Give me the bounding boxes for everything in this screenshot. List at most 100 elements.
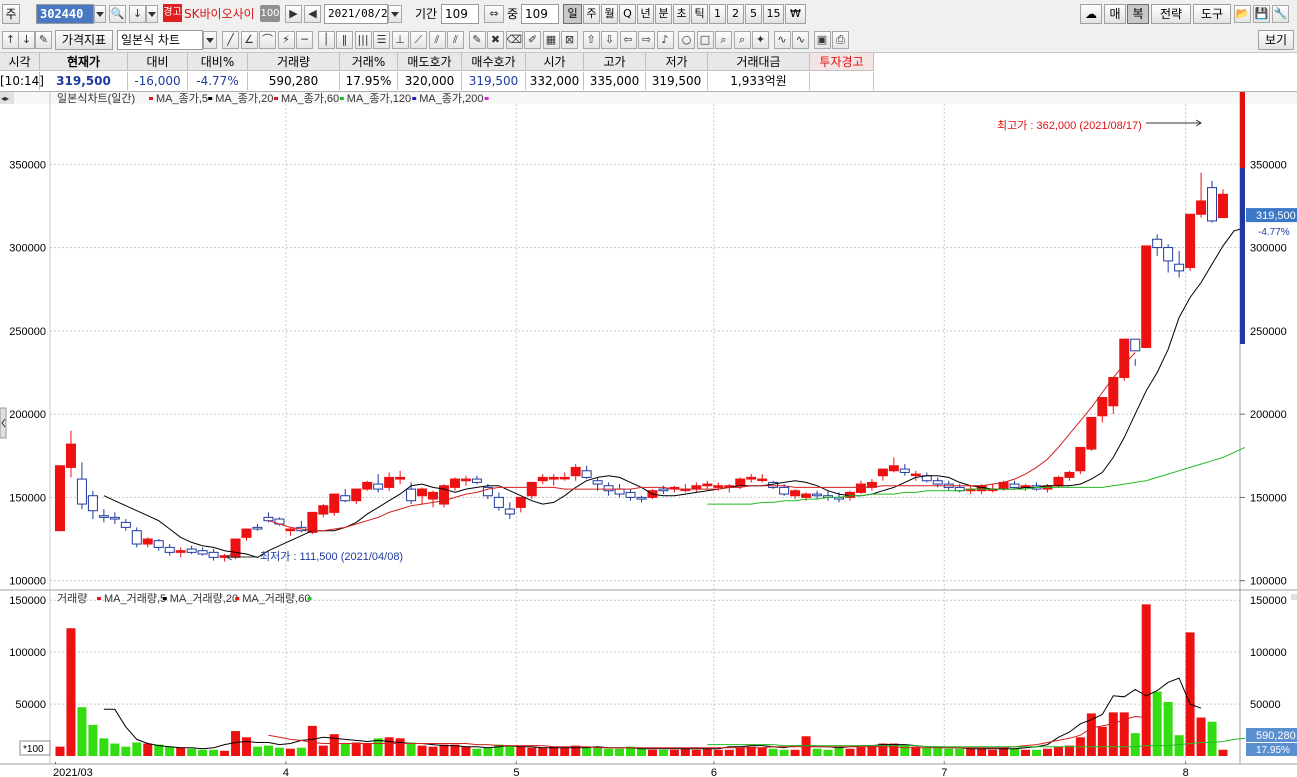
fibo-lines-icon[interactable]: ☰ [373,31,390,49]
grid-tool-icon[interactable]: ▦ [542,31,560,49]
interval-button-9[interactable]: 2 [727,4,744,24]
sort-icon[interactable]: ↓ [129,5,146,23]
next-stock-icon[interactable]: ▶ [285,5,302,23]
interval-button-8[interactable]: 1 [709,4,726,24]
parallel-lines-icon[interactable]: ‖ [336,31,353,49]
last-volume-pct-value: 17.95% [1256,745,1290,756]
volume-bar [735,747,745,756]
channel-icon[interactable]: ⫽ [428,31,446,49]
print-icon[interactable]: ⎙ [832,31,849,49]
interval-button-11[interactable]: 15 [763,4,784,24]
date-input[interactable]: 2021/08/20 [324,4,388,24]
wave2-icon[interactable]: ∿ [792,31,809,49]
spin-icon[interactable]: ⇔ [484,5,504,23]
sort-dropdown-icon[interactable] [146,5,158,23]
wave-icon[interactable]: ∿ [773,31,791,49]
volume-bar [187,748,197,756]
cloud-button[interactable]: ☁ [1080,4,1102,24]
arc-icon[interactable]: ⌒ [259,31,276,49]
quote-header-4: 거래량 [248,53,340,71]
andrews-pitchfork-icon[interactable]: ⫽ [447,31,464,49]
gann-lines-icon[interactable]: ⊥ [391,31,409,49]
interval-button-4[interactable]: 년 [637,4,654,24]
arrow-up-icon[interactable]: ⇧ [582,31,600,49]
edit-icon[interactable]: ✎ [35,31,52,49]
price-indicator-button[interactable]: 가격지표 [55,30,113,50]
volume-bar [296,747,306,756]
fan-line-icon[interactable]: ⚡ [277,31,295,49]
rectangle-icon[interactable]: □ [696,31,714,49]
volume-bar [1097,726,1107,756]
quote-header-3: 대비% [188,53,248,71]
volume-legend-item: MA_거래량,60 [242,592,310,605]
arrow-down-icon[interactable]: ⇩ [601,31,618,49]
candle [1075,446,1086,475]
zoom-in-icon[interactable]: ⌕ [715,31,732,49]
right-handle [1291,594,1297,600]
trendline-icon[interactable]: ╱ [222,31,239,49]
circle-icon[interactable]: ○ [678,31,695,49]
interval-button-6[interactable]: 초 [673,4,690,24]
search-icon[interactable]: 🔍 [109,5,126,23]
note-icon[interactable]: ♪ [656,31,674,49]
angle-line-icon[interactable]: ∠ [240,31,258,49]
open-icon[interactable]: 📂 [1234,5,1251,23]
arrow-left-icon[interactable]: ⇦ [619,31,637,49]
pen-icon[interactable]: ✎ [468,31,486,49]
speed-line-icon[interactable]: ⟋ [410,31,427,49]
settings-icon[interactable]: 🔧 [1272,5,1289,23]
save-icon[interactable]: 💾 [1253,5,1270,23]
code-dropdown-icon[interactable] [94,5,106,23]
multi-button[interactable]: 복 [1127,4,1149,24]
price-tick-label-right: 250000 [1250,326,1287,338]
chart-type-dropdown-icon[interactable] [203,31,217,49]
interval-button-0[interactable]: 일 [563,4,582,24]
volume-bar [724,749,734,756]
arrow-right-icon[interactable]: ⇨ [638,31,655,49]
interval-button-7[interactable]: 틱 [691,4,708,24]
interval-button-10[interactable]: 5 [745,4,762,24]
text-tool-icon[interactable]: ✐ [524,31,541,49]
candle-body [658,488,669,492]
date-dropdown-icon[interactable] [388,5,402,23]
box-tool-icon[interactable]: ⊠ [561,31,578,49]
vertical-line-icon[interactable]: │ [317,31,335,49]
volume-bar [702,748,712,756]
interval-button-12[interactable]: ₩ [785,4,806,24]
price-legend-item: MA_종가,20 [215,92,273,105]
prev-stock-icon[interactable]: ◀ [304,5,321,23]
magic-icon[interactable]: ✦ [752,31,769,49]
market-type-button[interactable]: 주 [2,4,20,24]
stock-code-input[interactable]: 302440 [36,4,94,24]
eraser-icon[interactable]: ✖ [487,31,504,49]
last-price-value: 319,500 [1256,210,1296,222]
candle-body [998,481,1009,490]
interval-button-3[interactable]: Q [619,4,636,24]
volume-bar [132,742,142,756]
single-button[interactable]: 매 [1104,4,1126,24]
candle-body [120,521,131,528]
chart-type-select[interactable]: 일본식 차트 [117,30,203,50]
interval-button-1[interactable]: 주 [583,4,600,24]
quote-header-8: 시가 [526,53,584,71]
erase-all-icon[interactable]: ⌫ [505,31,523,49]
max-price-annotation: 최고가 : 362,000 (2021/08/17) [997,119,1142,132]
down-arrow-icon[interactable]: ↓ [18,31,35,49]
tools-button[interactable]: 도구 [1193,4,1231,24]
up-arrow-icon[interactable]: ↑ [2,31,19,49]
cycle-lines-icon[interactable]: ||| [354,31,372,49]
volume-bar [1152,691,1162,756]
view-button[interactable]: 보기 [1258,30,1294,50]
interval-button-5[interactable]: 분 [655,4,672,24]
candle-body [592,480,603,485]
volume-bar [417,745,427,756]
volume-tick-label-right: 50000 [1250,699,1281,711]
table-icon[interactable]: ▣ [813,31,831,49]
horizontal-line-icon[interactable]: ─ [296,31,313,49]
count-input[interactable]: 109 [521,4,559,24]
interval-button-2[interactable]: 월 [601,4,618,24]
zoom-out-icon[interactable]: ⌕ [733,31,751,49]
strategy-button[interactable]: 전략 [1151,4,1191,24]
period-input[interactable]: 109 [441,4,479,24]
volume-bar [307,725,317,756]
